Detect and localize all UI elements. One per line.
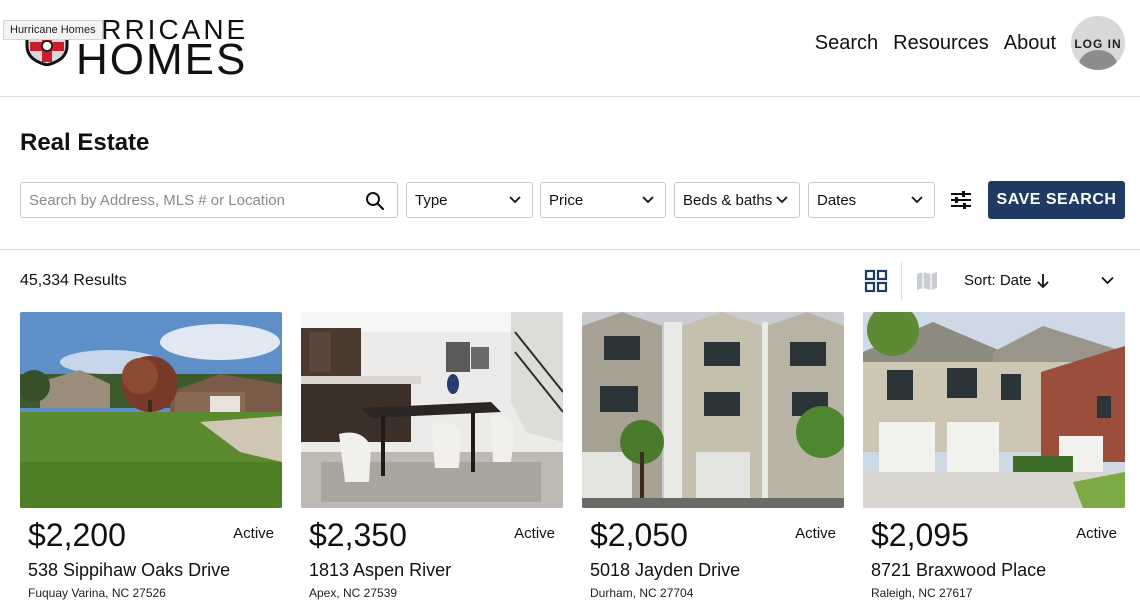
arrow-down-icon[interactable] — [1036, 273, 1050, 289]
search-box — [20, 182, 398, 218]
chevron-down-icon — [642, 196, 654, 204]
view-toggle-separator — [901, 262, 902, 300]
section-divider — [0, 249, 1140, 250]
logo-text-bottom: HOMES — [76, 35, 248, 84]
listing-status: Active — [795, 525, 836, 542]
listing-card[interactable]: $2,095 Active 8721 Braxwood Place Raleig… — [863, 312, 1125, 607]
grid-view-icon[interactable] — [864, 269, 888, 293]
listing-price: $2,050 — [590, 517, 688, 553]
type-dropdown-label: Type — [415, 192, 448, 209]
main-nav: Search Resources About — [815, 31, 1056, 55]
nav-about[interactable]: About — [1004, 31, 1056, 55]
listing-street[interactable]: 8721 Braxwood Place — [871, 560, 1046, 581]
beds-baths-dropdown[interactable]: Beds & baths — [674, 182, 800, 218]
listing-price: $2,095 — [871, 517, 969, 553]
price-dropdown[interactable]: Price — [540, 182, 666, 218]
map-view-icon[interactable] — [916, 271, 938, 291]
site-header: URRICANE HOMES Hurricane Homes Search Re… — [0, 0, 1140, 97]
dates-dropdown-label: Dates — [817, 192, 857, 209]
chevron-down-icon[interactable] — [1101, 276, 1114, 285]
dates-dropdown[interactable]: Dates — [808, 182, 935, 218]
listing-status: Active — [1076, 525, 1117, 542]
chevron-down-icon — [911, 196, 923, 204]
listing-photo[interactable] — [863, 312, 1125, 508]
results-count: 45,334 Results — [20, 272, 127, 289]
listing-street[interactable]: 1813 Aspen River — [309, 560, 451, 581]
listing-card[interactable]: $2,200 Active 538 Sippihaw Oaks Drive Fu… — [20, 312, 282, 607]
avatar-silhouette — [1079, 50, 1117, 70]
login-button[interactable]: LOG IN — [1071, 16, 1125, 70]
filter-sliders-icon[interactable] — [950, 190, 972, 210]
listing-city: Fuquay Varina, NC 27526 — [28, 586, 166, 600]
search-input[interactable] — [21, 183, 351, 217]
nav-search[interactable]: Search — [815, 31, 878, 55]
price-dropdown-label: Price — [549, 192, 584, 209]
sort-label[interactable]: Sort: Date — [964, 272, 1032, 289]
logo-tooltip: Hurricane Homes — [3, 20, 103, 40]
listing-price: $2,350 — [309, 517, 407, 553]
save-search-button[interactable]: SAVE SEARCH — [988, 181, 1125, 219]
listing-status: Active — [514, 525, 555, 542]
listing-street[interactable]: 538 Sippihaw Oaks Drive — [28, 560, 230, 581]
listing-photo[interactable] — [301, 312, 563, 508]
listing-city: Durham, NC 27704 — [590, 586, 694, 600]
login-label: LOG IN — [1074, 37, 1122, 51]
listing-city: Apex, NC 27539 — [309, 586, 398, 600]
search-icon[interactable] — [365, 191, 385, 211]
listing-street[interactable]: 5018 Jayden Drive — [590, 560, 740, 581]
chevron-down-icon — [776, 196, 788, 204]
listing-status: Active — [233, 525, 274, 542]
listing-photo[interactable] — [20, 312, 282, 508]
beds-baths-dropdown-label: Beds & baths — [683, 192, 773, 209]
listing-city: Raleigh, NC 27617 — [871, 586, 973, 600]
chevron-down-icon — [509, 196, 521, 204]
listing-card[interactable]: $2,050 Active 5018 Jayden Drive Durham, … — [582, 312, 844, 607]
page-title: Real Estate — [20, 129, 150, 156]
listing-photo[interactable] — [582, 312, 844, 508]
nav-resources[interactable]: Resources — [893, 31, 989, 55]
type-dropdown[interactable]: Type — [406, 182, 533, 218]
listing-price: $2,200 — [28, 517, 126, 553]
listing-card[interactable]: $2,350 Active 1813 Aspen River Apex, NC … — [301, 312, 563, 607]
